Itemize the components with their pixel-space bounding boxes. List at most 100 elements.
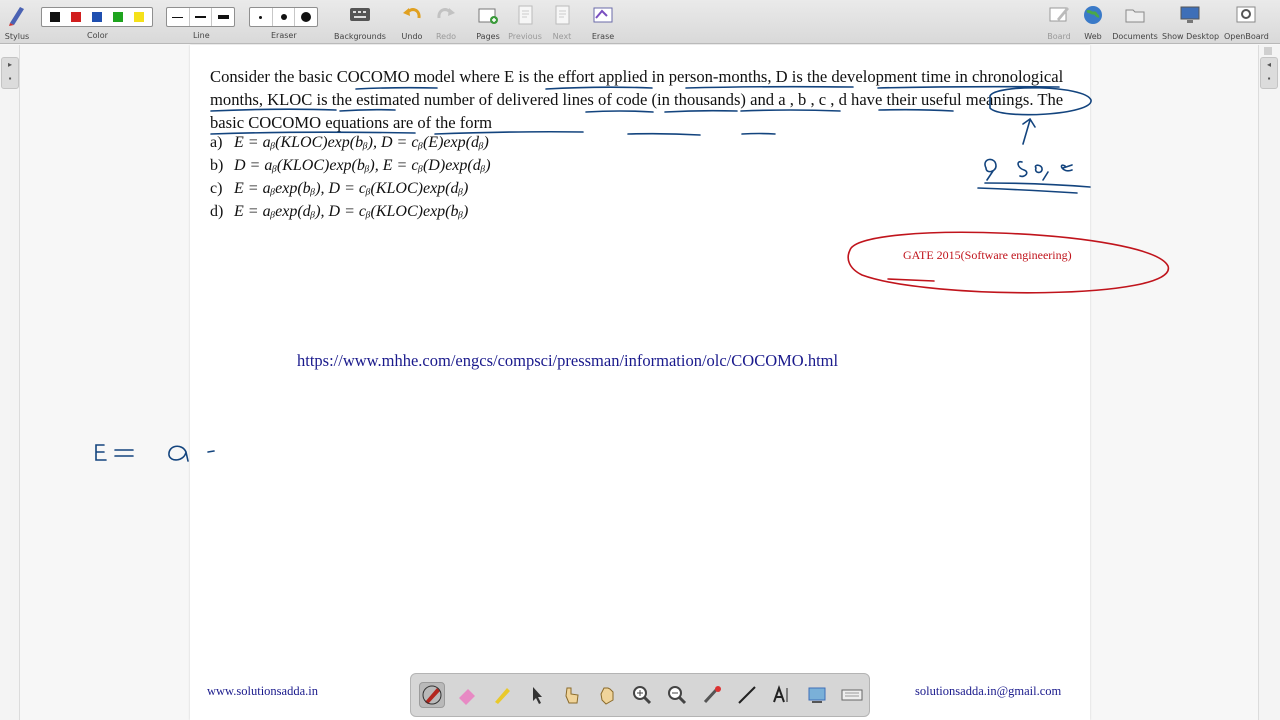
color-label: Color: [87, 31, 108, 40]
erase-button[interactable]: Erase: [590, 3, 616, 41]
eraser-tool[interactable]: [454, 682, 480, 708]
next-button[interactable]: Next: [549, 3, 575, 41]
board-label: Board: [1047, 32, 1071, 41]
keyboard-icon: [841, 689, 863, 701]
top-toolbar: Stylus Color Line Eraser Backgrounds Und…: [0, 0, 1280, 44]
folder-icon: [1125, 9, 1145, 23]
line-width-picker[interactable]: [166, 7, 235, 27]
pen-icon: [422, 685, 442, 705]
documents-button[interactable]: Documents: [1112, 3, 1158, 41]
stylus-label: Stylus: [4, 32, 30, 41]
erase-label: Erase: [591, 32, 615, 41]
previous-label: Previous: [508, 32, 542, 41]
option-c-letter: c): [210, 180, 223, 197]
line-tool[interactable]: [734, 682, 760, 708]
zoom-in-icon: [633, 686, 652, 705]
text-tool[interactable]: [769, 682, 795, 708]
option-d-expr: E = aᵦexp(dᵦ), D = cᵦ(KLOC)exp(bᵦ): [234, 203, 469, 220]
line-thick-option[interactable]: [212, 8, 234, 26]
eraser-label: Eraser: [271, 31, 297, 40]
add-page-icon: [478, 8, 498, 24]
undo-label: Undo: [401, 32, 423, 41]
backgrounds-button[interactable]: Backgrounds: [334, 3, 386, 41]
globe-icon: [1084, 6, 1102, 24]
stylus-dock: [410, 673, 870, 717]
footer-email[interactable]: solutionsadda.in@gmail.com: [915, 684, 1061, 699]
pages-label: Pages: [476, 32, 500, 41]
text-icon: [773, 685, 788, 703]
openboard-window: Stylus Color Line Eraser Backgrounds Und…: [0, 0, 1280, 720]
option-b: b) D = aᵦ(KLOC)exp(bᵦ), E = cᵦ(D)exp(dᵦ): [210, 157, 491, 175]
left-panel-toggle[interactable]: ▸ ▪: [1, 57, 19, 89]
option-c-expr: E = aᵦexp(bᵦ), D = cᵦ(KLOC)exp(dᵦ): [234, 180, 469, 197]
option-b-letter: b): [210, 157, 224, 174]
undo-icon: [403, 8, 421, 19]
zoom-in-tool[interactable]: [629, 682, 655, 708]
pages-button[interactable]: Pages: [474, 3, 502, 41]
color-swatch-yellow[interactable]: [133, 12, 144, 22]
option-a: a) E = aᵦ(KLOC)exp(bᵦ), D = cᵦ(E)exp(dᵦ): [210, 134, 489, 152]
option-a-letter: a): [210, 134, 223, 151]
marker-icon: [495, 688, 510, 704]
eraser-small-option[interactable]: [250, 8, 273, 26]
next-label: Next: [552, 32, 572, 41]
capture-tool[interactable]: [804, 682, 830, 708]
option-d-letter: d): [210, 203, 224, 220]
option-a-expr: E = aᵦ(KLOC)exp(bᵦ), D = cᵦ(E)exp(dᵦ): [234, 134, 489, 151]
eraser-icon: [459, 689, 475, 705]
color-swatch-green[interactable]: [112, 12, 123, 22]
monitor-icon: [1180, 6, 1200, 23]
keyboard-grid-icon: [350, 8, 370, 21]
reference-link[interactable]: https://www.mhhe.com/engcs/compsci/press…: [297, 351, 838, 371]
laser-pointer-tool[interactable]: [699, 682, 725, 708]
hand-tool[interactable]: [594, 682, 620, 708]
color-swatch-blue[interactable]: [91, 12, 102, 22]
line-thin-option[interactable]: [167, 8, 190, 26]
redo-button[interactable]: Redo: [434, 3, 458, 41]
selector-tool[interactable]: [524, 682, 550, 708]
previous-page-icon: [518, 5, 533, 25]
option-c: c) E = aᵦexp(bᵦ), D = cᵦ(KLOC)exp(dᵦ): [210, 180, 468, 198]
eraser-large-option[interactable]: [295, 8, 317, 26]
undo-button[interactable]: Undo: [400, 3, 424, 41]
keyboard-tool[interactable]: [839, 682, 865, 708]
interact-tool[interactable]: [559, 682, 585, 708]
eraser-medium-option[interactable]: [273, 8, 296, 26]
right-panel-toggle[interactable]: ◂ ▪: [1260, 57, 1278, 89]
color-palette[interactable]: [41, 7, 153, 27]
zoom-out-tool[interactable]: [664, 682, 690, 708]
right-panel-strip: ◂ ▪: [1258, 45, 1280, 720]
eraser-size-picker[interactable]: [249, 7, 318, 27]
pointing-hand-icon: [565, 687, 579, 704]
option-b-expr: D = aᵦ(KLOC)exp(bᵦ), E = cᵦ(D)exp(dᵦ): [234, 157, 491, 174]
line-medium-option[interactable]: [190, 8, 213, 26]
stylus-icon: [9, 7, 24, 26]
show-desktop-label: Show Desktop: [1162, 32, 1220, 41]
laser-pointer-icon: [703, 686, 721, 704]
line-label: Line: [193, 31, 210, 40]
gate-label: GATE 2015(Software engineering): [903, 248, 1072, 262]
color-swatch-red[interactable]: [71, 12, 82, 22]
option-d: d) E = aᵦexp(dᵦ), D = cᵦ(KLOC)exp(bᵦ): [210, 203, 468, 221]
footer-website[interactable]: www.solutionsadda.in: [207, 684, 318, 699]
next-page-icon: [555, 5, 570, 25]
erase-page-icon: [593, 7, 613, 23]
board-button[interactable]: Board: [1046, 3, 1072, 41]
left-panel-strip: ▸ ▪: [0, 45, 20, 720]
redo-label: Redo: [435, 32, 457, 41]
scrollbar-button[interactable]: [1264, 47, 1272, 55]
web-label: Web: [1084, 32, 1102, 41]
pen-tool[interactable]: [419, 682, 445, 708]
stylus-button[interactable]: Stylus: [4, 3, 30, 41]
show-desktop-button[interactable]: Show Desktop: [1162, 3, 1220, 41]
previous-button[interactable]: Previous: [507, 3, 543, 41]
web-button[interactable]: Web: [1080, 3, 1106, 41]
line-icon: [738, 686, 756, 704]
question-text: Consider the basic COCOMO model where E …: [210, 67, 1064, 132]
gear-icon: [1236, 6, 1256, 23]
zoom-out-icon: [668, 686, 687, 705]
marker-tool[interactable]: [489, 682, 515, 708]
color-swatch-black[interactable]: [50, 12, 61, 22]
backgrounds-label: Backgrounds: [334, 32, 386, 41]
openboard-button[interactable]: OpenBoard: [1224, 3, 1269, 41]
